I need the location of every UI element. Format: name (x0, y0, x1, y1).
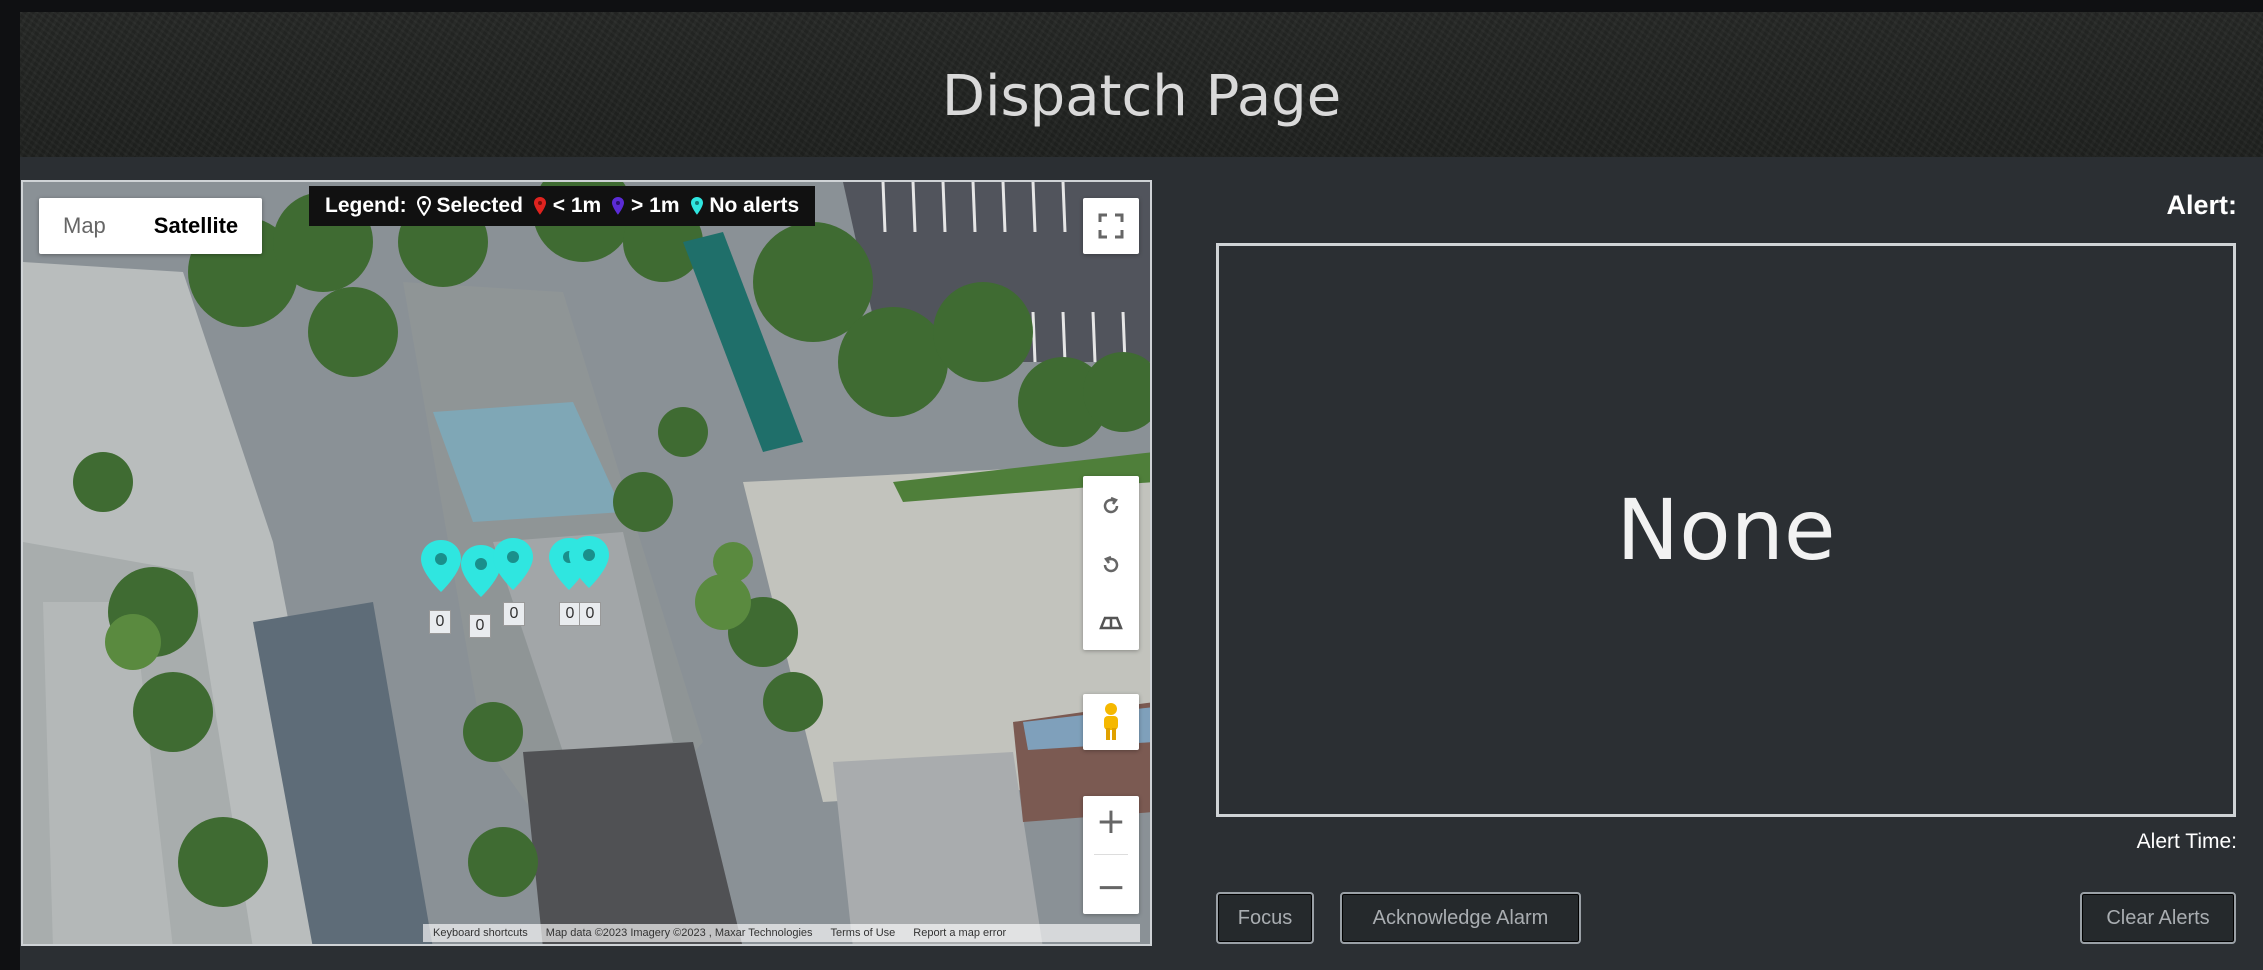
map-legend: Legend: Selected < 1m > 1m No alerts (309, 186, 816, 226)
page-header: Dispatch Page (20, 12, 2263, 157)
legend-item-under-1m: < 1m (533, 194, 601, 218)
marker-label: 0 (503, 602, 525, 626)
satellite-map[interactable]: 0 0 0 0 0 Map Satellite Legend: Selected… (21, 180, 1152, 946)
purple-pin-icon (612, 197, 625, 216)
cyan-pin-icon (690, 197, 703, 216)
red-pin-icon (533, 197, 546, 216)
zoom-control: + − (1083, 796, 1139, 914)
legend-label: > 1m (631, 194, 680, 217)
legend-label: < 1m (552, 194, 602, 217)
map-type-map-button[interactable]: Map (39, 198, 130, 254)
zoom-out-button[interactable]: − (1096, 867, 1126, 908)
legend-item-over-1m: > 1m (611, 194, 680, 218)
fullscreen-icon (1098, 213, 1124, 239)
legend-label: Selected (436, 194, 523, 217)
zoom-divider (1094, 854, 1128, 856)
acknowledge-alarm-button[interactable]: Acknowledge Alarm (1340, 892, 1581, 944)
map-attribution: Keyboard shortcuts Map data ©2023 Imager… (423, 924, 1140, 942)
page-title: Dispatch Page (941, 64, 1342, 129)
map-type-control: Map Satellite (39, 198, 263, 254)
rotate-left-icon[interactable] (1099, 494, 1123, 518)
tilt-icon[interactable] (1098, 612, 1124, 632)
keyboard-shortcuts-link[interactable]: Keyboard shortcuts (433, 927, 528, 939)
alert-label: Alert: (2166, 190, 2237, 220)
legend-title: Legend: (325, 194, 407, 217)
alert-time-label: Alert Time: (2136, 830, 2237, 853)
alert-markers-layer (421, 536, 609, 597)
selected-pin-icon (416, 196, 431, 217)
rotate-tilt-control (1083, 476, 1139, 650)
clear-alerts-button[interactable]: Clear Alerts (2080, 892, 2236, 944)
fullscreen-button[interactable] (1083, 198, 1139, 254)
focus-button[interactable]: Focus (1216, 892, 1314, 944)
map-marker[interactable] (421, 540, 461, 592)
zoom-in-button[interactable]: + (1096, 802, 1126, 842)
legend-item-no-alerts: No alerts (690, 194, 800, 218)
map-type-satellite-button[interactable]: Satellite (130, 198, 262, 254)
marker-label: 0 (579, 602, 601, 626)
terms-link[interactable]: Terms of Use (831, 927, 896, 939)
marker-label: 0 (429, 610, 451, 634)
legend-item-selected: Selected (416, 194, 523, 218)
marker-label: 0 (469, 614, 491, 638)
legend-label: No alerts (709, 194, 800, 217)
report-error-link[interactable]: Report a map error (913, 927, 1006, 939)
map-data-credit: Map data ©2023 Imagery ©2023 , Maxar Tec… (545, 927, 813, 939)
street-view-button[interactable] (1083, 694, 1139, 750)
marker-label: 0 (559, 602, 581, 626)
current-alert-value: None (1616, 481, 1836, 579)
map-marker[interactable] (493, 538, 533, 590)
alert-display: None (1216, 243, 2236, 817)
rotate-right-icon[interactable] (1099, 553, 1123, 577)
pegman-icon (1104, 703, 1118, 740)
